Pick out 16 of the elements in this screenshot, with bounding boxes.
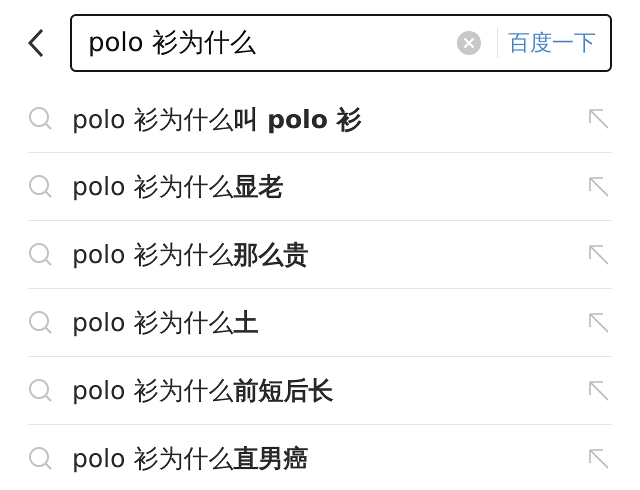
suggestion-item[interactable]: polo 衫为什么叫 polo 衫 bbox=[72, 102, 588, 136]
search-icon bbox=[28, 106, 54, 132]
clear-icon[interactable] bbox=[457, 30, 481, 54]
suggestion-item[interactable]: polo 衫为什么土 bbox=[72, 306, 588, 339]
search-icon bbox=[28, 446, 54, 472]
search-button[interactable]: 百度一下 bbox=[508, 28, 596, 58]
search-icon bbox=[28, 174, 54, 200]
search-icon bbox=[28, 242, 54, 268]
suggestion-item[interactable]: polo 衫为什么前短后长 bbox=[72, 374, 588, 407]
search-icon bbox=[28, 310, 54, 336]
search-field[interactable]: polo 衫为什么 百度一下 bbox=[70, 14, 612, 72]
suggestion-item[interactable]: polo 衫为什么直男癌 bbox=[72, 442, 588, 475]
search-icon bbox=[28, 378, 54, 404]
suggestion-item[interactable]: polo 衫为什么显老 bbox=[72, 170, 588, 203]
back-icon[interactable] bbox=[27, 28, 45, 58]
suggestion-item[interactable]: polo 衫为什么那么贵 bbox=[72, 238, 588, 271]
